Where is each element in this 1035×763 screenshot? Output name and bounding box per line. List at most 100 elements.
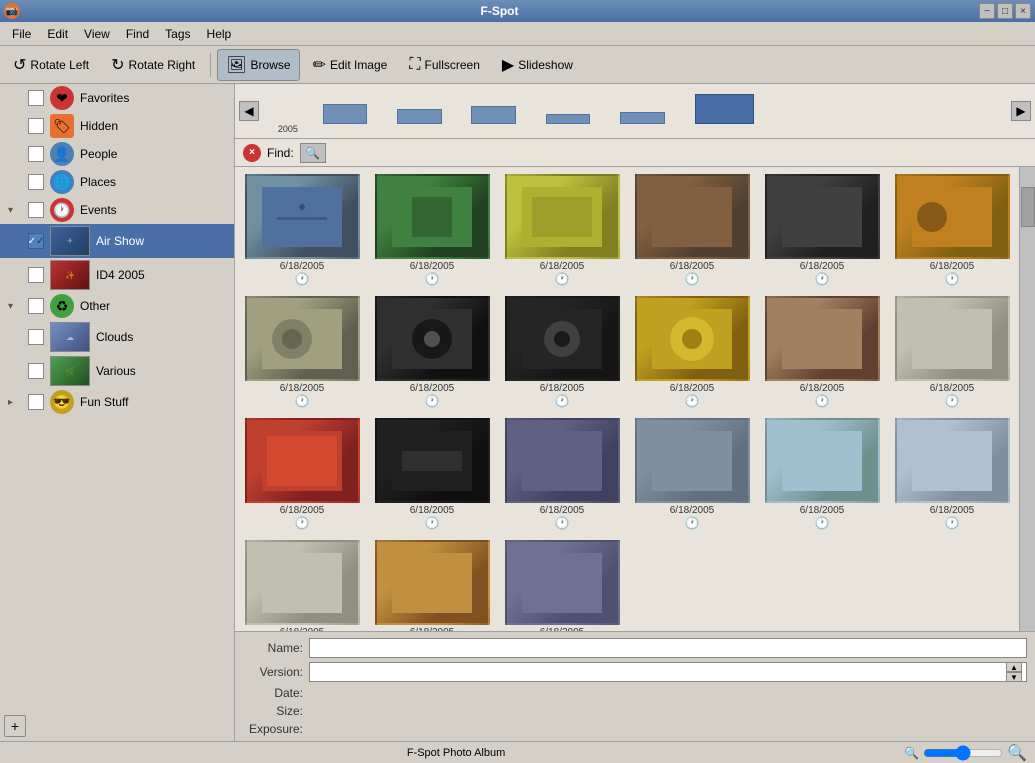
sidebar-item-clouds[interactable]: ☁ Clouds bbox=[0, 320, 234, 354]
list-item[interactable]: 6/18/2005 🕐 bbox=[369, 293, 495, 411]
browse-icon: 🖼 bbox=[226, 55, 246, 75]
people-checkbox[interactable] bbox=[28, 146, 44, 162]
timeline-prev-button[interactable]: ◀ bbox=[239, 101, 259, 121]
sidebar-item-events[interactable]: ▾ 🕐 Events bbox=[0, 196, 234, 224]
sidebar-item-other[interactable]: ▾ ♻ Other bbox=[0, 292, 234, 320]
various-checkbox[interactable] bbox=[28, 363, 44, 379]
places-checkbox[interactable] bbox=[28, 174, 44, 190]
browse-label: Browse bbox=[251, 58, 291, 72]
other-checkbox[interactable] bbox=[28, 298, 44, 314]
scrollbar[interactable] bbox=[1019, 167, 1035, 631]
list-item[interactable]: 6/18/2005 🕐 bbox=[889, 293, 1015, 411]
list-item[interactable]: 6/18/2005 🕐 bbox=[239, 537, 365, 631]
list-item[interactable]: 6/18/2005 🕐 bbox=[759, 415, 885, 533]
clouds-checkbox[interactable] bbox=[28, 329, 44, 345]
photo-date: 6/18/2005 bbox=[280, 505, 325, 516]
hidden-checkbox[interactable] bbox=[28, 118, 44, 134]
list-item[interactable]: 6/18/2005 🕐 bbox=[629, 293, 755, 411]
sidebar-item-airshow[interactable]: ✓ ✈ Air Show bbox=[0, 224, 234, 258]
photo-time-icon: 🕐 bbox=[945, 516, 960, 530]
sidebar-item-places[interactable]: 🌐 Places bbox=[0, 168, 234, 196]
spinner-down[interactable]: ▼ bbox=[1006, 672, 1022, 682]
menu-find[interactable]: Find bbox=[118, 25, 157, 43]
sidebar-item-hidden[interactable]: 🏷 Hidden bbox=[0, 112, 234, 140]
id4-checkbox[interactable] bbox=[28, 267, 44, 283]
list-item[interactable]: 6/18/2005 🕐 bbox=[759, 171, 885, 289]
list-item[interactable]: 6/18/2005 🕐 bbox=[239, 293, 365, 411]
zoom-icon-large: 🔍 bbox=[1007, 743, 1027, 763]
add-tag-button[interactable]: + bbox=[4, 715, 26, 737]
list-item[interactable]: 6/18/2005 🕐 bbox=[499, 415, 625, 533]
edit-image-button[interactable]: ✏ Edit Image bbox=[304, 49, 397, 81]
events-checkbox[interactable] bbox=[28, 202, 44, 218]
sidebar-item-id4[interactable]: ✨ ID4 2005 bbox=[0, 258, 234, 292]
close-button[interactable]: × bbox=[1015, 3, 1031, 19]
photo-grid-container[interactable]: 6/18/2005 🕐 6/18/2005 🕐 bbox=[235, 167, 1019, 631]
photo-thumbnail bbox=[635, 296, 750, 381]
photo-date: 6/18/2005 bbox=[410, 261, 455, 272]
maximize-button[interactable]: □ bbox=[997, 3, 1013, 19]
slideshow-label: Slideshow bbox=[518, 58, 573, 72]
airshow-checkbox[interactable]: ✓ bbox=[28, 233, 44, 249]
photo-time-icon: 🕐 bbox=[555, 516, 570, 530]
browse-button[interactable]: 🖼 Browse bbox=[217, 49, 299, 81]
list-item[interactable]: 6/18/2005 🕐 bbox=[239, 171, 365, 289]
zoom-slider[interactable] bbox=[923, 745, 1003, 761]
info-row-version: Version: ▲ ▼ bbox=[243, 662, 1027, 682]
list-item[interactable]: 6/18/2005 🕐 bbox=[499, 293, 625, 411]
places-label: Places bbox=[80, 175, 116, 189]
rotate-right-button[interactable]: ↻ Rotate Right bbox=[102, 49, 204, 81]
timeline: ◀ 2005 ▶ bbox=[235, 84, 1035, 139]
photo-time-icon: 🕐 bbox=[945, 394, 960, 408]
timeline-bar-jun bbox=[695, 94, 755, 124]
rotate-left-button[interactable]: ↺ Rotate Left bbox=[4, 49, 98, 81]
sidebar-item-people[interactable]: 👤 People bbox=[0, 140, 234, 168]
photo-date: 6/18/2005 bbox=[670, 505, 715, 516]
find-close-button[interactable]: × bbox=[243, 144, 261, 162]
sidebar-item-funstuff[interactable]: ▸ 😎 Fun Stuff bbox=[0, 388, 234, 416]
list-item[interactable]: 6/18/2005 🕐 bbox=[629, 415, 755, 533]
sidebar-item-favorites[interactable]: ❤ Favorites bbox=[0, 84, 234, 112]
sidebar-item-various[interactable]: 🌿 Various bbox=[0, 354, 234, 388]
funstuff-checkbox[interactable] bbox=[28, 394, 44, 410]
photo-date: 6/18/2005 bbox=[410, 383, 455, 394]
photo-thumbnail bbox=[505, 418, 620, 503]
list-item[interactable]: 6/18/2005 🕐 bbox=[499, 537, 625, 631]
list-item[interactable]: 6/18/2005 🕐 bbox=[889, 171, 1015, 289]
menu-tags[interactable]: Tags bbox=[157, 25, 198, 43]
timeline-next-button[interactable]: ▶ bbox=[1011, 101, 1031, 121]
slideshow-button[interactable]: ▶ Slideshow bbox=[493, 49, 582, 81]
spinner-up[interactable]: ▲ bbox=[1006, 662, 1022, 672]
menu-file[interactable]: File bbox=[4, 25, 39, 43]
list-item[interactable]: 6/18/2005 🕐 bbox=[369, 415, 495, 533]
photo-thumbnail bbox=[505, 296, 620, 381]
minimize-button[interactable]: − bbox=[979, 3, 995, 19]
toolbar: ↺ Rotate Left ↻ Rotate Right 🖼 Browse ✏ … bbox=[0, 46, 1035, 84]
list-item[interactable]: 6/18/2005 🕐 bbox=[759, 293, 885, 411]
version-spinner[interactable]: ▲ ▼ bbox=[1006, 662, 1022, 682]
fullscreen-button[interactable]: ⛶ Fullscreen bbox=[400, 49, 489, 81]
photo-date: 6/18/2005 bbox=[930, 261, 975, 272]
photo-thumbnail bbox=[375, 296, 490, 381]
name-input[interactable] bbox=[309, 638, 1027, 658]
sidebar-footer: + bbox=[0, 711, 234, 741]
rotate-left-icon: ↺ bbox=[13, 55, 26, 75]
other-expand-icon: ▾ bbox=[8, 301, 22, 312]
list-item[interactable]: 6/18/2005 🕐 bbox=[499, 171, 625, 289]
list-item[interactable]: 6/18/2005 🕐 bbox=[369, 537, 495, 631]
timeline-bar-feb bbox=[397, 109, 442, 124]
scrollbar-thumb[interactable] bbox=[1021, 187, 1035, 227]
favorites-checkbox[interactable] bbox=[28, 90, 44, 106]
photo-date: 6/18/2005 bbox=[930, 383, 975, 394]
timeline-track[interactable]: 2005 bbox=[263, 89, 1007, 134]
list-item[interactable]: 6/18/2005 🕐 bbox=[889, 415, 1015, 533]
menu-help[interactable]: Help bbox=[199, 25, 240, 43]
list-item[interactable]: 6/18/2005 🕐 bbox=[239, 415, 365, 533]
list-item[interactable]: 6/18/2005 🕐 bbox=[369, 171, 495, 289]
slideshow-icon: ▶ bbox=[502, 55, 514, 75]
list-item[interactable]: 6/18/2005 🕐 bbox=[629, 171, 755, 289]
find-bar: × Find: 🔍 bbox=[235, 139, 1035, 167]
menu-edit[interactable]: Edit bbox=[39, 25, 76, 43]
menu-view[interactable]: View bbox=[76, 25, 118, 43]
separator-1 bbox=[210, 53, 211, 77]
